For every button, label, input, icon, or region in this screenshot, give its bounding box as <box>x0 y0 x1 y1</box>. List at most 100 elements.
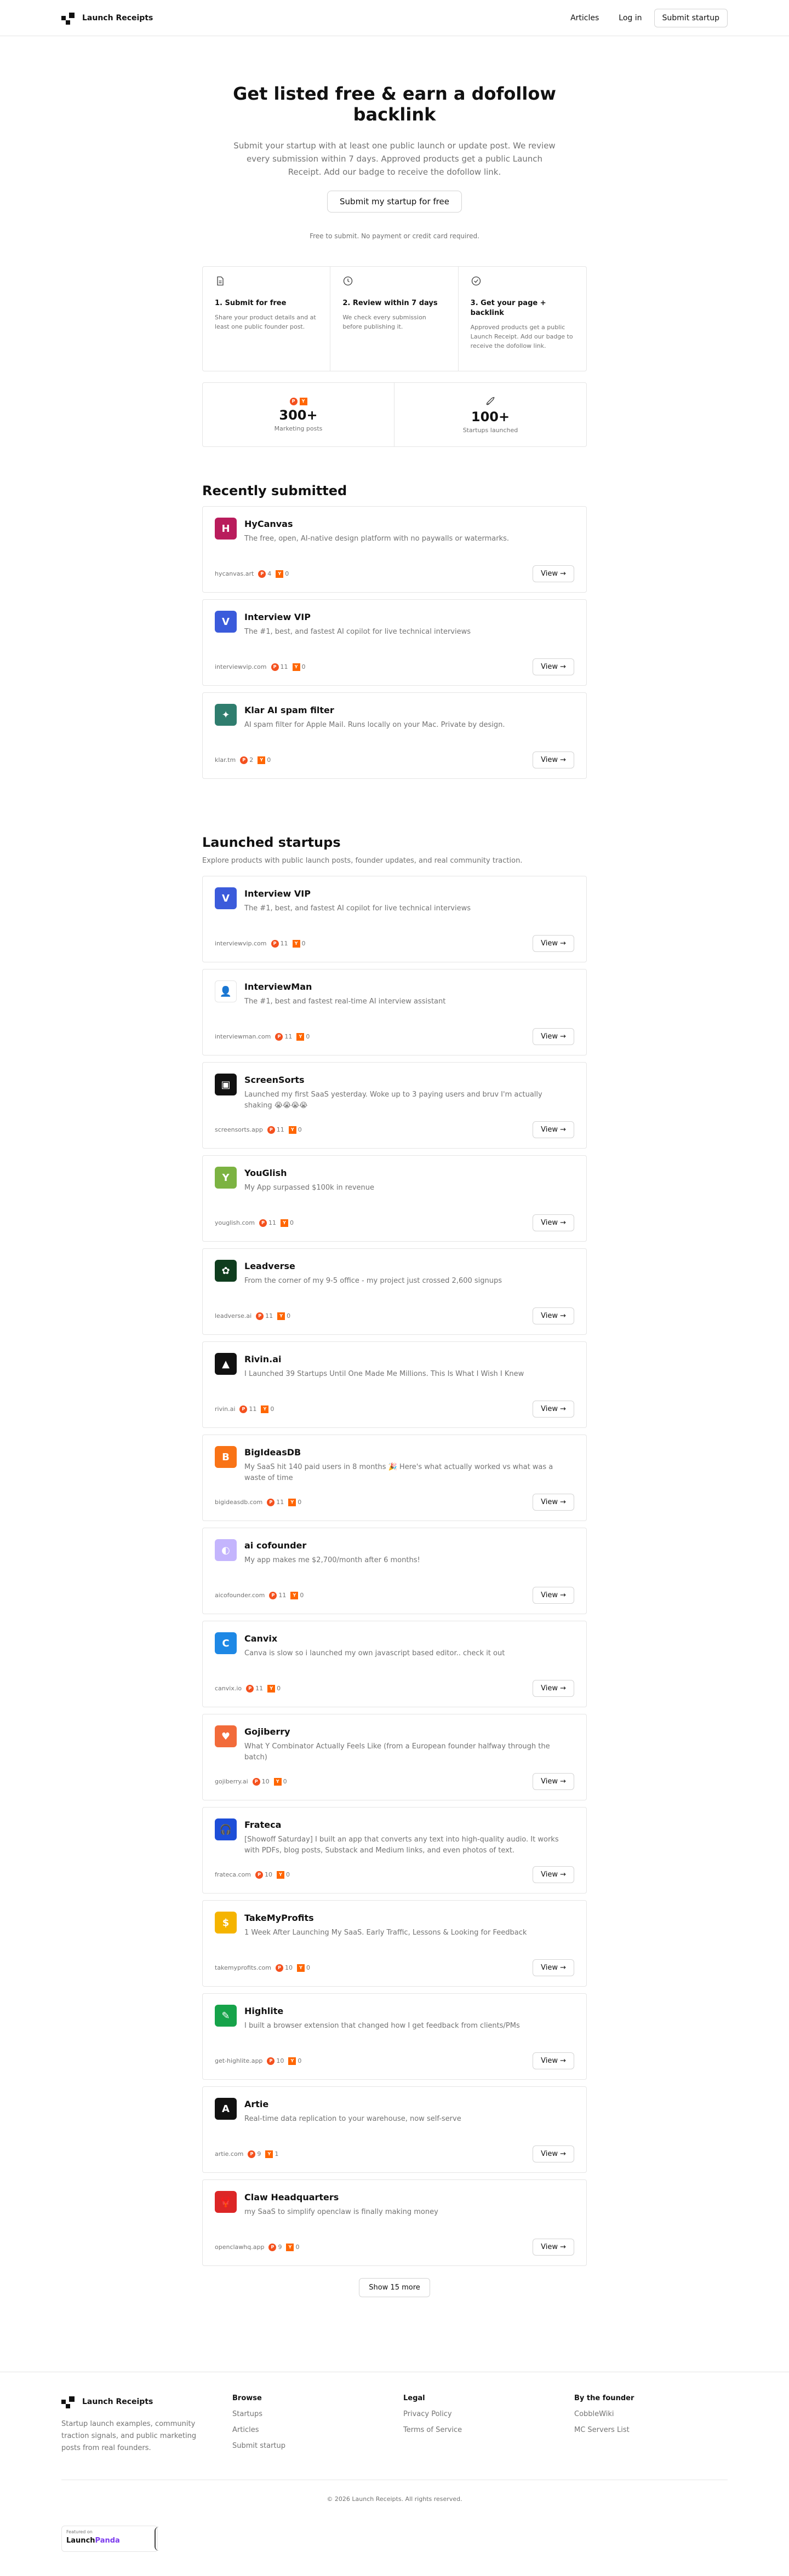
startup-name[interactable]: Gojiberry <box>244 1726 574 1737</box>
startup-name[interactable]: ai cofounder <box>244 1540 431 1551</box>
startup-card[interactable]: ▲ Rivin.ai I Launched 39 Startups Until On… <box>202 1341 587 1428</box>
step-title: 2. Review within 7 days <box>342 299 438 307</box>
recent-list: H HyCanvas The free, open, AI-native desig… <box>202 506 587 779</box>
view-button[interactable]: View → <box>533 2239 574 2256</box>
view-button[interactable]: View → <box>533 1959 574 1976</box>
footer-link-terms[interactable]: Terms of Service <box>403 2426 574 2434</box>
view-button[interactable]: View → <box>533 1214 574 1231</box>
startup-name[interactable]: Artie <box>244 2099 472 2109</box>
hackernews-icon: Y <box>299 397 307 405</box>
startup-name[interactable]: Canvix <box>244 1633 516 1644</box>
startup-name[interactable]: Rivin.ai <box>244 1354 535 1364</box>
card-meta: screensorts.app P 11 Y 0 <box>215 1126 302 1134</box>
startup-card[interactable]: B BigIdeasDB My SaaS hit 140 paid users in… <box>202 1435 587 1521</box>
startup-name[interactable]: InterviewMan <box>244 982 456 992</box>
card-text: Rivin.ai I Launched 39 Startups Until One… <box>244 1353 535 1380</box>
nav-submit-button[interactable]: Submit startup <box>654 8 728 27</box>
startup-name[interactable]: Leadverse <box>244 1261 513 1271</box>
footer-link-mcservers[interactable]: MC Servers List <box>574 2426 728 2434</box>
step-3: 3. Get your page + backlink Approved pro… <box>459 267 586 371</box>
startup-card[interactable]: 🦞 Claw Headquarters my SaaS to simplify op… <box>202 2179 587 2266</box>
startup-card[interactable]: V Interview VIP The #1, best, and fastest … <box>202 876 587 962</box>
startup-name[interactable]: BigIdeasDB <box>244 1447 574 1458</box>
featured-badge[interactable]: Featured on LaunchPanda <box>61 2526 158 2552</box>
card-meta: canvix.io P 11 Y 0 <box>215 1684 281 1693</box>
card-footer: bigideasdb.com P 11 Y 0 View → <box>215 1494 574 1511</box>
producthunt-count: P 10 <box>275 1964 293 1972</box>
startup-name[interactable]: ScreenSorts <box>244 1075 574 1085</box>
view-button[interactable]: View → <box>533 2145 574 2162</box>
startup-card[interactable]: ✿ Leadverse From the corner of my 9-5 offi… <box>202 1248 587 1335</box>
startup-card[interactable]: ◐ ai cofounder My app makes me $2,700/mont… <box>202 1528 587 1614</box>
startup-card[interactable]: ✦ Klar AI spam filter AI spam filter for A… <box>202 692 587 779</box>
view-button[interactable]: View → <box>533 1401 574 1418</box>
producthunt-value: 11 <box>255 1685 264 1692</box>
launched-list: V Interview VIP The #1, best, and fastest … <box>202 876 587 2266</box>
startup-card[interactable]: C Canvix Canva is slow so i launched my ow… <box>202 1621 587 1707</box>
view-button[interactable]: View → <box>533 1121 574 1138</box>
footer-link-articles[interactable]: Articles <box>232 2426 403 2434</box>
startup-name[interactable]: Klar AI spam filter <box>244 705 516 715</box>
nav-login-link[interactable]: Log in <box>611 9 649 27</box>
startup-domain: interviewman.com <box>215 1033 271 1040</box>
startup-name[interactable]: HyCanvas <box>244 519 520 529</box>
view-button[interactable]: View → <box>533 1028 574 1045</box>
card-meta: rivin.ai P 11 Y 0 <box>215 1405 274 1413</box>
show-more-button[interactable]: Show 15 more <box>359 2278 430 2297</box>
rocket-icon <box>486 397 495 405</box>
card-text: ai cofounder My app makes me $2,700/month… <box>244 1539 431 1566</box>
producthunt-count: P 10 <box>267 2057 284 2065</box>
step-title: 3. Get your page + backlink <box>470 299 546 317</box>
startup-card[interactable]: ▣ ScreenSorts Launched my first SaaS yeste… <box>202 1062 587 1149</box>
view-button[interactable]: View → <box>533 1773 574 1790</box>
nav-articles-link[interactable]: Articles <box>563 9 607 27</box>
startup-name[interactable]: YouGlish <box>244 1168 385 1178</box>
hackernews-count: Y0 <box>276 570 289 578</box>
startup-card[interactable]: $ TakeMyProfits 1 Week After Launching My … <box>202 1900 587 1987</box>
producthunt-value: 11 <box>278 1592 287 1599</box>
view-button[interactable]: View → <box>533 1680 574 1697</box>
footer-brand[interactable]: Launch Receipts <box>61 2394 232 2409</box>
view-button[interactable]: View → <box>533 1307 574 1324</box>
footer-link-startups[interactable]: Startups <box>232 2410 403 2418</box>
footer-link-cobblewiki[interactable]: CobbleWiki <box>574 2410 728 2418</box>
brand-link[interactable]: Launch Receipts <box>61 10 153 26</box>
startup-name[interactable]: Interview VIP <box>244 612 482 622</box>
hackernews-count: Y0 <box>296 1032 310 1041</box>
footer-link-submit[interactable]: Submit startup <box>232 2442 403 2450</box>
startup-tagline: my SaaS to simplify openclaw is finally … <box>244 2208 438 2216</box>
hero-submit-button[interactable]: Submit my startup for free <box>327 191 462 213</box>
startup-tagline: The #1, best, and fastest AI copilot for… <box>244 628 471 636</box>
card-footer: get-highlite.app P 10 Y 0 View → <box>215 2052 574 2069</box>
stat-marketing-posts: P Y 300+ Marketing posts <box>203 383 395 446</box>
startup-name[interactable]: TakeMyProfits <box>244 1913 538 1923</box>
view-button[interactable]: View → <box>533 1494 574 1511</box>
card-text: Interview VIP The #1, best, and fastest A… <box>244 887 482 914</box>
startup-name[interactable]: Interview VIP <box>244 888 482 899</box>
footer-link-privacy[interactable]: Privacy Policy <box>403 2410 574 2418</box>
view-button[interactable]: View → <box>533 1866 574 1883</box>
startup-card[interactable]: 🎧 Frateca [Showoff Saturday] I built an ap… <box>202 1807 587 1894</box>
hackernews-icon: Y <box>296 1964 305 1972</box>
view-button[interactable]: View → <box>533 565 574 582</box>
card-header: B BigIdeasDB My SaaS hit 140 paid users in… <box>215 1446 574 1484</box>
startup-card[interactable]: V Interview VIP The #1, best, and fastest … <box>202 599 587 686</box>
view-button[interactable]: View → <box>533 2052 574 2069</box>
startup-card[interactable]: ✎ Highlite I built a browser extension tha… <box>202 1993 587 2080</box>
producthunt-icon: P <box>240 756 248 764</box>
startup-name[interactable]: Highlite <box>244 2006 531 2016</box>
hackernews-icon: Y <box>267 1684 276 1693</box>
startup-card[interactable]: ♥ Gojiberry What Y Combinator Actually Fee… <box>202 1714 587 1800</box>
startup-card[interactable]: 👤 InterviewMan The #1, best and fastest re… <box>202 969 587 1055</box>
startup-card[interactable]: A Artie Real-time data replication to your… <box>202 2086 587 2173</box>
startup-name[interactable]: Claw Headquarters <box>244 2192 449 2202</box>
view-button[interactable]: View → <box>533 751 574 768</box>
startup-name[interactable]: Frateca <box>244 1820 574 1830</box>
view-button[interactable]: View → <box>533 935 574 952</box>
hackernews-count: Y0 <box>258 756 271 764</box>
view-button[interactable]: View → <box>533 658 574 675</box>
startup-card[interactable]: H HyCanvas The free, open, AI-native desig… <box>202 506 587 593</box>
view-button[interactable]: View → <box>533 1587 574 1604</box>
startup-domain: openclawhq.app <box>215 2244 265 2251</box>
startup-card[interactable]: Y YouGlish My App surpassed $100k in reven… <box>202 1155 587 1242</box>
